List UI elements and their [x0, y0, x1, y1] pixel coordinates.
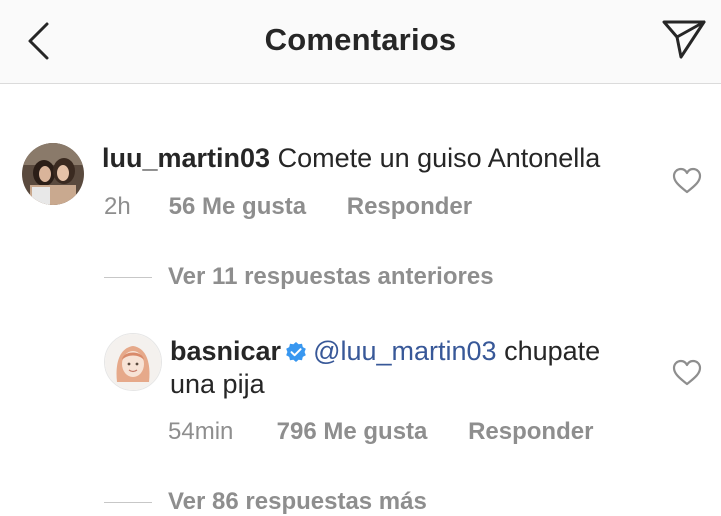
- divider-line: [104, 501, 152, 503]
- reply-button[interactable]: Responder: [468, 418, 593, 446]
- reply-button[interactable]: Responder: [347, 193, 472, 221]
- reply-body-line2: una pija: [170, 369, 265, 399]
- reply-meta: 54min 796 Me gusta Responder: [168, 418, 593, 446]
- header-bar: Comentarios: [0, 0, 721, 84]
- comment-meta: 2h 56 Me gusta Responder: [104, 193, 472, 221]
- comment-username[interactable]: luu_martin03: [102, 143, 270, 173]
- heart-icon[interactable]: [672, 166, 702, 196]
- avatar[interactable]: [22, 143, 84, 205]
- comment-time: 2h: [104, 193, 131, 220]
- reply-body-line1: chupate: [504, 336, 601, 366]
- avatar[interactable]: [104, 333, 162, 391]
- paper-plane-icon: [662, 20, 706, 59]
- view-previous-replies-link[interactable]: Ver 11 respuestas anteriores: [104, 263, 494, 291]
- reply-text: basnicar @luu_martin03 chupate una pija: [170, 335, 670, 401]
- divider-line: [104, 276, 152, 278]
- mention-link[interactable]: @luu_martin03: [313, 336, 497, 366]
- share-button[interactable]: [659, 14, 709, 64]
- reply-username[interactable]: basnicar: [170, 336, 281, 366]
- comment-body: Comete un guiso Antonella: [277, 143, 601, 173]
- verified-badge-icon: [286, 342, 306, 362]
- reply-likes[interactable]: 796 Me gusta: [277, 418, 428, 446]
- comment-likes[interactable]: 56 Me gusta: [169, 193, 306, 221]
- view-more-replies-label: Ver 86 respuestas más: [168, 488, 427, 515]
- view-more-replies-link[interactable]: Ver 86 respuestas más: [104, 488, 427, 516]
- view-previous-replies-label: Ver 11 respuestas anteriores: [168, 263, 494, 290]
- page-title: Comentarios: [264, 22, 457, 57]
- reply-time: 54min: [168, 418, 234, 445]
- heart-icon[interactable]: [672, 358, 702, 388]
- comment-text: luu_martin03 Comete un guiso Antonella: [102, 142, 600, 175]
